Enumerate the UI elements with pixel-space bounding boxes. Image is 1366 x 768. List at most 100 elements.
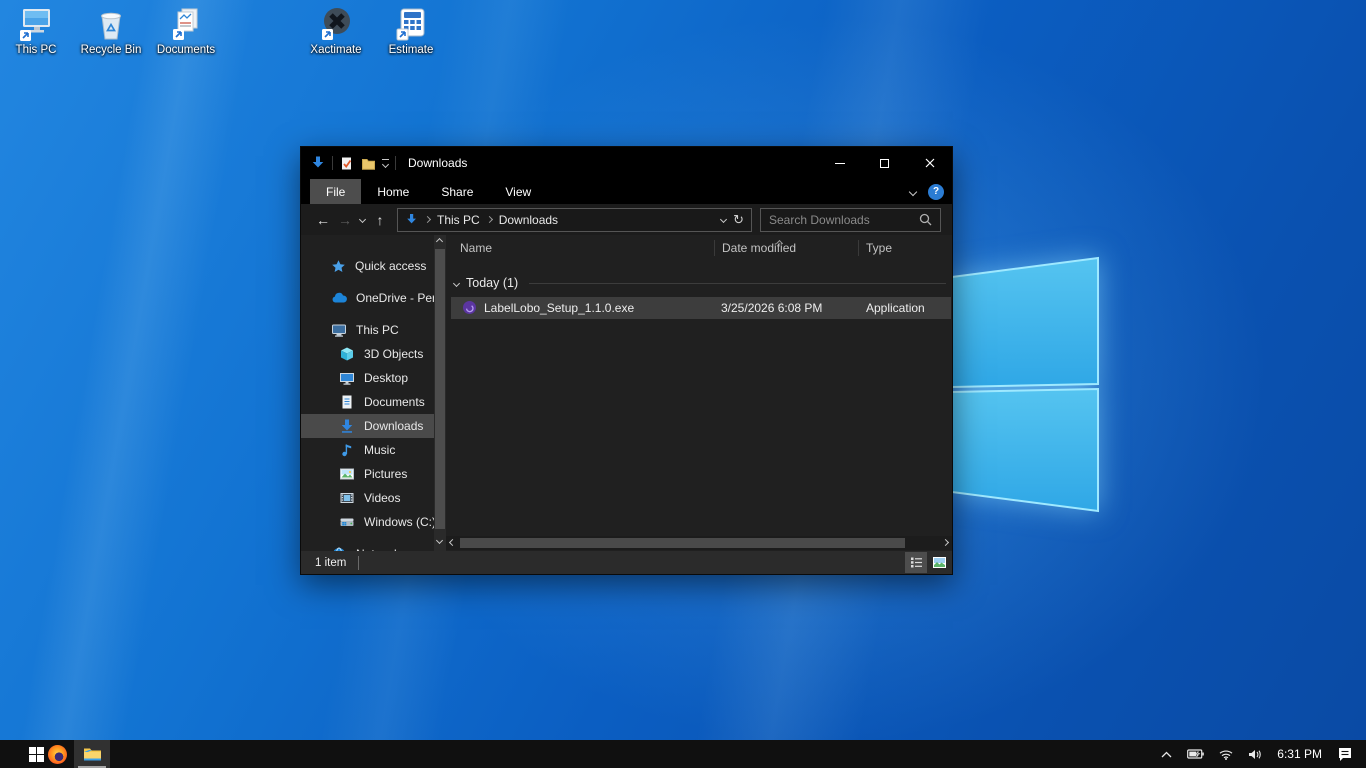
sidebar-item-documents[interactable]: Documents <box>301 390 434 414</box>
thumbnail-view-icon <box>932 556 947 569</box>
scrollbar-thumb[interactable] <box>435 249 445 529</box>
group-header-today[interactable]: Today (1) <box>454 273 946 293</box>
sidebar-item-onedrive[interactable]: OneDrive - Per <box>301 286 434 310</box>
scroll-right-icon[interactable] <box>942 539 949 546</box>
thumbnail-view-button[interactable] <box>928 552 950 573</box>
taskbar-firefox-button[interactable] <box>44 740 70 768</box>
sidebar-item-3d-objects[interactable]: 3D Objects <box>301 342 434 366</box>
music-note-icon <box>339 442 355 458</box>
address-dropdown-icon[interactable] <box>720 216 727 223</box>
sidebar-item-videos[interactable]: Videos <box>301 486 434 510</box>
group-divider-line <box>529 283 946 284</box>
sidebar-scrollbar[interactable] <box>434 235 446 551</box>
close-button[interactable] <box>907 147 952 179</box>
documents-icon <box>167 6 205 42</box>
firefox-icon <box>48 745 67 764</box>
help-button[interactable]: ? <box>928 184 944 200</box>
desktop-icon-estimate[interactable]: Estimate <box>375 6 447 57</box>
cube-icon <box>339 346 355 362</box>
download-arrow-icon <box>339 418 355 434</box>
windows-logo-wallpaper <box>930 240 1110 530</box>
forward-button[interactable]: → <box>334 212 356 228</box>
sidebar-item-downloads[interactable]: Downloads <box>301 414 434 438</box>
show-hidden-icons-icon[interactable] <box>1161 751 1172 758</box>
file-row[interactable]: LabelLobo_Setup_1.1.0.exe 3/25/2026 6:08… <box>451 297 951 319</box>
monitor-icon <box>331 322 347 338</box>
tab-file[interactable]: File <box>310 179 361 204</box>
tab-home[interactable]: Home <box>361 179 425 204</box>
divider <box>332 156 333 170</box>
taskbar-explorer-button[interactable] <box>74 740 110 768</box>
desktop-icon-xactimate[interactable]: Xactimate <box>300 6 372 57</box>
desktop-icon-label: Xactimate <box>300 44 372 57</box>
column-divider[interactable] <box>714 240 715 256</box>
ribbon-collapse-icon[interactable] <box>909 187 917 195</box>
window-title: Downloads <box>408 156 467 170</box>
breadcrumb-downloads[interactable]: Downloads <box>499 213 558 227</box>
sidebar-item-this-pc[interactable]: This PC <box>301 318 434 342</box>
desktop-icon-recycle-bin[interactable]: Recycle Bin <box>75 6 147 57</box>
sidebar-item-network[interactable]: Network <box>301 542 434 551</box>
desktop-icon-documents[interactable]: Documents <box>150 6 222 57</box>
system-tray: 6:31 PM <box>1161 740 1366 768</box>
search-icon[interactable] <box>919 213 932 226</box>
action-center-icon[interactable] <box>1337 747 1353 761</box>
title-bar[interactable]: Downloads <box>301 147 952 179</box>
recent-locations-icon[interactable] <box>359 216 366 223</box>
volume-icon[interactable] <box>1248 749 1262 760</box>
collapse-group-icon[interactable] <box>453 279 460 286</box>
status-bar: 1 item <box>301 551 952 574</box>
tab-share[interactable]: Share <box>425 179 489 204</box>
refresh-icon[interactable]: ↻ <box>733 212 744 228</box>
column-divider[interactable] <box>858 240 859 256</box>
desktop-icon-this-pc[interactable]: This PC <box>0 6 72 57</box>
search-box[interactable]: Search Downloads <box>760 208 941 232</box>
horizontal-scrollbar[interactable] <box>446 536 952 550</box>
file-explorer-icon <box>83 746 102 762</box>
sidebar-item-windows-c[interactable]: Windows (C:) <box>301 510 434 534</box>
star-icon <box>331 259 346 274</box>
desktop-icon <box>339 370 355 386</box>
estimate-icon <box>392 6 430 42</box>
desktop-icon-label: Recycle Bin <box>75 44 147 57</box>
tab-view[interactable]: View <box>489 179 547 204</box>
details-view-button[interactable] <box>905 552 927 573</box>
desktop: This PC Recycle Bin Documents Xactimate <box>0 0 1366 768</box>
maximize-button[interactable] <box>862 147 907 179</box>
wifi-icon[interactable] <box>1219 749 1233 760</box>
navigation-pane: Quick access OneDrive - Per This PC <box>301 235 446 551</box>
back-button[interactable]: ← <box>312 212 334 228</box>
qat-dropdown-icon[interactable] <box>382 159 389 167</box>
sidebar-item-pictures[interactable]: Pictures <box>301 462 434 486</box>
properties-icon[interactable] <box>339 156 354 171</box>
desktop-icon-label: Documents <box>150 44 222 57</box>
column-header-type[interactable]: Type <box>866 241 892 255</box>
scroll-up-icon[interactable] <box>436 238 443 245</box>
new-folder-icon[interactable] <box>361 156 376 171</box>
scroll-left-icon[interactable] <box>449 539 456 546</box>
scroll-down-icon[interactable] <box>436 537 443 544</box>
scrollbar-thumb[interactable] <box>460 538 905 548</box>
minimize-button[interactable] <box>817 147 862 179</box>
sidebar-item-music[interactable]: Music <box>301 438 434 462</box>
close-icon <box>925 158 935 168</box>
sidebar-item-desktop[interactable]: Desktop <box>301 366 434 390</box>
column-header-date-modified[interactable]: Date modified <box>722 241 796 255</box>
file-name: LabelLobo_Setup_1.1.0.exe <box>484 301 634 315</box>
details-view-icon <box>910 556 923 569</box>
battery-icon[interactable] <box>1187 749 1204 759</box>
breadcrumb-separator-icon <box>486 216 493 223</box>
downloads-folder-icon <box>405 213 418 226</box>
address-bar[interactable]: This PC Downloads ↻ <box>397 208 752 232</box>
drive-icon <box>339 514 355 530</box>
up-button[interactable]: ↑ <box>369 212 391 228</box>
recycle-bin-icon <box>92 6 130 42</box>
taskbar-clock[interactable]: 6:31 PM <box>1277 747 1322 761</box>
film-icon <box>339 490 355 506</box>
breadcrumb-this-pc[interactable]: This PC <box>437 213 480 227</box>
column-headers: Name Date modified Type <box>446 235 952 261</box>
column-header-name[interactable]: Name <box>460 241 492 255</box>
xactimate-icon <box>317 6 355 42</box>
navigation-bar: ← → ↑ This PC Downloads ↻ Search Downloa… <box>301 204 952 235</box>
sidebar-item-quick-access[interactable]: Quick access <box>301 254 434 278</box>
